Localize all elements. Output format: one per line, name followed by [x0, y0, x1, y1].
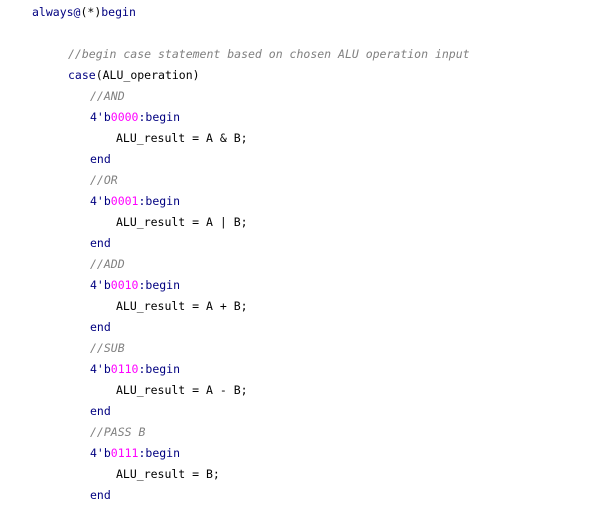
code-line: end	[90, 487, 111, 503]
code-keyword: 4'b	[90, 446, 111, 460]
code-line: ALU_result = A | B;	[116, 214, 248, 230]
code-text: ALU_result = A + B;	[116, 299, 248, 313]
code-line: always@(*)begin	[32, 4, 136, 20]
code-number: 0000	[110, 110, 139, 124]
code-keyword: :begin	[138, 110, 181, 124]
code-line: end	[90, 151, 111, 167]
code-text: (*)	[80, 5, 102, 19]
code-editor: always@(*)begin //begin case statement ba…	[0, 0, 609, 511]
code-keyword: end	[90, 404, 111, 418]
code-keyword: 4'b	[90, 278, 111, 292]
code-text: ALU_result = B;	[116, 467, 220, 481]
code-keyword: end	[90, 236, 111, 250]
code-line: ALU_result = B;	[116, 466, 220, 482]
code-line: 4'b0000:begin	[90, 109, 180, 125]
code-comment: //AND	[90, 89, 125, 103]
code-keyword: 4'b	[90, 110, 111, 124]
code-comment: //ADD	[90, 257, 125, 271]
code-line: ALU_result = A - B;	[116, 382, 248, 398]
code-line: 4'b0110:begin	[90, 361, 180, 377]
code-keyword: end	[90, 152, 111, 166]
code-keyword: end	[90, 488, 111, 502]
code-comment: //SUB	[90, 341, 125, 355]
code-line: 4'b0001:begin	[90, 193, 180, 209]
code-number: 0111	[110, 446, 139, 460]
code-number: 0110	[110, 362, 139, 376]
code-keyword: :begin	[138, 194, 181, 208]
code-line: 4'b0111:begin	[90, 445, 180, 461]
code-keyword: case	[68, 68, 96, 82]
code-keyword: 4'b	[90, 362, 111, 376]
code-line: end	[90, 403, 111, 419]
code-keyword: begin	[101, 5, 136, 19]
code-line: end	[90, 235, 111, 251]
code-text: (ALU_operation)	[95, 68, 200, 82]
code-keyword: 4'b	[90, 194, 111, 208]
code-number: 0001	[110, 194, 139, 208]
code-line: ALU_result = A + B;	[116, 298, 248, 314]
code-comment: //OR	[90, 173, 118, 187]
code-line: end	[90, 319, 111, 335]
code-keyword: always@	[32, 5, 81, 19]
code-keyword: end	[90, 320, 111, 334]
code-line: case(ALU_operation)	[68, 67, 200, 83]
code-comment: //begin case statement based on chosen A…	[68, 47, 470, 61]
code-text: ALU_result = A - B;	[116, 383, 248, 397]
code-line: ALU_result = A & B;	[116, 130, 248, 146]
code-keyword: :begin	[138, 362, 181, 376]
code-keyword: :begin	[138, 446, 181, 460]
code-keyword: :begin	[138, 278, 181, 292]
code-number: 0010	[110, 278, 139, 292]
code-text: ALU_result = A | B;	[116, 215, 248, 229]
code-text: ALU_result = A & B;	[116, 131, 248, 145]
code-comment: //PASS B	[90, 425, 146, 439]
code-line: 4'b0010:begin	[90, 277, 180, 293]
